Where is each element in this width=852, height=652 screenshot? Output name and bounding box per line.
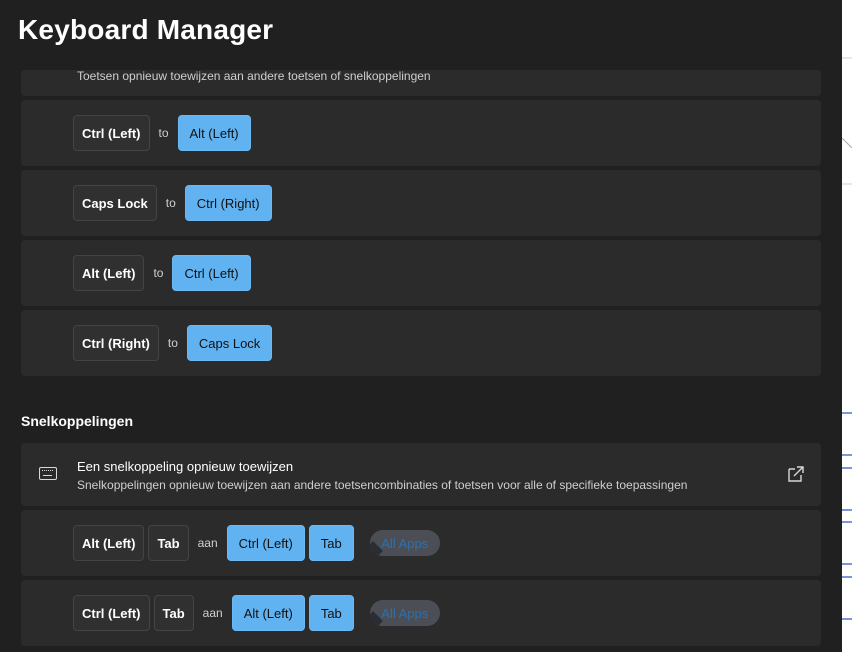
remap-keys-card-partial[interactable]: Toetsen opnieuw toewijzen aan andere toe… — [21, 70, 821, 96]
shortcut-mapping-row: Ctrl (Left) Tab aan Alt (Left) Tab All A… — [21, 580, 821, 646]
mapping-separator: to — [158, 126, 169, 140]
remapped-key: Caps Lock — [186, 325, 273, 361]
remapped-shortcut-key: Tab — [308, 525, 354, 561]
background-window-lines — [842, 57, 852, 620]
keyboard-icon — [39, 467, 57, 480]
original-key: Ctrl (Left) — [73, 115, 150, 151]
original-shortcut-key: Alt (Left) — [73, 525, 145, 561]
mapping-separator: to — [165, 196, 176, 210]
original-shortcut-key: Tab — [148, 525, 189, 561]
mapping-separator: to — [153, 266, 164, 280]
key-mapping-row: Ctrl (Left) to Alt (Left) — [21, 100, 821, 166]
key-mapping-row: Alt (Left) to Ctrl (Left) — [21, 240, 821, 306]
original-key: Ctrl (Right) — [73, 325, 159, 361]
remapped-key: Alt (Left) — [177, 115, 251, 151]
mapping-separator: aan — [202, 606, 223, 620]
original-key: Caps Lock — [73, 185, 157, 221]
section-header-shortcuts: Snelkoppelingen — [21, 413, 134, 429]
remapped-key: Ctrl (Right) — [184, 185, 272, 221]
remap-shortcut-description: Snelkoppelingen opnieuw toewijzen aan an… — [77, 478, 688, 492]
remapped-shortcut-key: Ctrl (Left) — [226, 525, 305, 561]
target-app-badge: All Apps — [369, 530, 440, 556]
open-external-icon[interactable] — [787, 465, 805, 483]
mapping-separator: aan — [197, 536, 218, 550]
remapped-key: Ctrl (Left) — [172, 255, 251, 291]
page-title: Keyboard Manager — [18, 14, 274, 45]
key-mapping-row: Caps Lock to Ctrl (Right) — [21, 170, 821, 236]
shortcut-mapping-row: Alt (Left) Tab aan Ctrl (Left) Tab All A… — [21, 510, 821, 576]
remap-keys-description: Toetsen opnieuw toewijzen aan andere toe… — [77, 70, 431, 83]
remapped-shortcut-key: Alt (Left) — [231, 595, 305, 631]
remap-shortcut-title: Een snelkoppeling opnieuw toewijzen — [77, 459, 294, 474]
key-mapping-row: Ctrl (Right) to Caps Lock — [21, 310, 821, 376]
original-shortcut-key: Ctrl (Left) — [73, 595, 150, 631]
remap-shortcut-card[interactable]: Een snelkoppeling opnieuw toewijzen Snel… — [21, 443, 821, 506]
original-shortcut-key: Tab — [153, 595, 194, 631]
target-app-badge: All Apps — [369, 600, 440, 626]
remapped-shortcut-key: Tab — [308, 595, 354, 631]
original-key: Alt (Left) — [73, 255, 145, 291]
mapping-separator: to — [167, 336, 178, 350]
